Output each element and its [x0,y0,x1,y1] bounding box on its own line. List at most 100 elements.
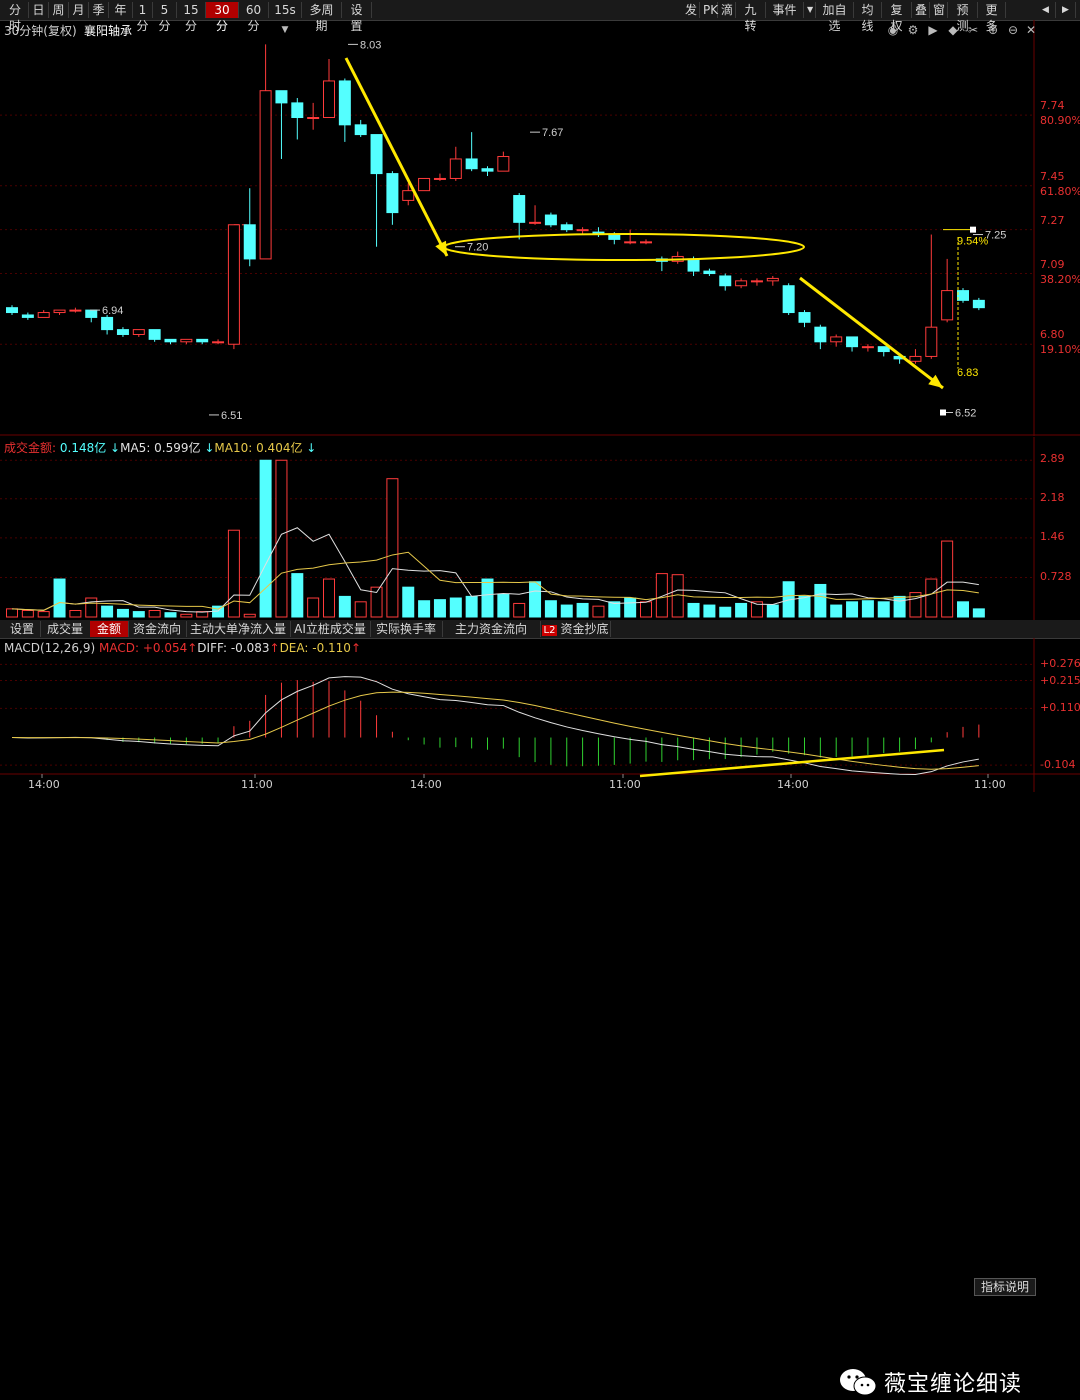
l2-badge: L2 [541,625,558,636]
candle-body [941,290,954,321]
period-btn-12[interactable]: 多周期 [302,2,342,33]
candle-body [624,241,637,244]
measure-handle-high [970,226,976,233]
scissors-icon[interactable]: ✂ [966,23,980,37]
period-btn-1[interactable]: 日 [29,2,49,18]
period-btn-11[interactable]: 15s ▼ [269,2,302,35]
ma10-line [11,551,979,611]
candle-body [338,80,351,126]
zoom-out-icon[interactable]: ⊖ [1006,23,1020,37]
amount-bar [259,459,272,618]
amount-bar [53,578,66,618]
tool-btn-5[interactable]: 加自选 [816,2,854,33]
tool-btn-1[interactable]: PK [700,2,718,18]
amount-bar [386,478,399,618]
time-tick-5: 11:00 [974,778,1006,791]
amount-bar [465,595,478,618]
indicator-tab-4[interactable]: 主动大单净流入量 [186,621,291,637]
candle-body [227,224,240,345]
tool-btn-9[interactable]: 窗 [930,2,948,18]
indicator-tab-3[interactable]: 资金流向 [128,621,187,637]
period-btn-8[interactable]: 15分 [177,2,206,33]
indicator-tab-7[interactable]: 主力资金流向 [442,621,541,637]
pct-tick-4: 19.10% [1040,343,1080,357]
period-btn-5[interactable]: 年 [109,2,133,18]
tool-btn-0[interactable]: 发 [682,2,700,18]
amount-bar [101,605,114,618]
amount-bar [957,601,969,618]
period-btn-3[interactable]: 月 [69,2,89,18]
close-icon[interactable]: ✕ [1024,23,1038,37]
period-btn-7[interactable]: 5分 [153,2,177,33]
candle-body [291,102,304,119]
tool-btn-2[interactable]: 滴 [718,2,736,18]
tool-btn-10[interactable]: 预测 [948,2,978,33]
macd-tick-3: -0.104 [1040,758,1076,772]
candle-body [576,229,589,232]
ma5-line [11,527,979,613]
amount-chart: 成交金额: 0.148亿 ↓MA5: 0.599亿 ↓MA10: 0.404亿 … [0,437,1080,621]
amount-bar [925,578,938,618]
indicator-tab-2[interactable]: 金额 [90,621,129,637]
tool-btn-4[interactable]: 事件 [766,2,804,18]
candlestick-chart[interactable]: 30分钟(复权) 襄阳轴承 8.03 6.51 6.94 7.67 7.20 7.25 6.… [0,20,1080,436]
indicator-tab-6[interactable]: 实际换手率 [370,621,443,637]
indicator-tab-0[interactable]: 设置 [4,621,41,637]
amount-bar [497,593,510,618]
period-btn-6[interactable]: 1分 [133,2,153,33]
candle-body [497,156,510,172]
tool-btn-7[interactable]: 复权 [882,2,912,33]
high-mark: 8.03 [360,39,381,51]
period-btn-2[interactable]: 周 [49,2,69,18]
amount-bar [941,540,954,618]
amount-bar [735,602,748,618]
amount-bar [6,608,18,618]
indicator-tab-1[interactable]: 成交量 [40,621,91,637]
period-btn-10[interactable]: 60分 [239,2,269,33]
time-tick-0: 14:00 [28,778,60,791]
amount-bar [180,613,193,618]
indicator-tab-5[interactable]: AI立桩成交量 [290,621,371,637]
vol-tick-1: 2.18 [1040,490,1065,504]
diamond-icon[interactable]: ◆ [946,23,960,37]
candle-body [148,329,161,340]
amount-bar [481,578,494,618]
tool-btn-3[interactable]: 九转 [736,2,766,33]
amount-bar [719,606,732,618]
amount-bar [354,601,367,618]
candle-body [212,341,225,344]
candle-body [53,309,66,314]
amount-bar [69,609,82,618]
amount-bar [148,609,161,618]
collapse-left-icon[interactable]: ◀ [1036,2,1056,18]
divergence-line [639,748,945,778]
indicator-help-button[interactable]: 指标说明 [974,1278,1036,1296]
period-btn-9[interactable]: 30分 [206,2,239,33]
dea-line [11,691,979,770]
zoom-in-icon[interactable]: ⊕ [986,23,1000,37]
period-btn-0[interactable]: 分时 [2,2,29,33]
candle-body [69,309,82,312]
price-tick-4: 6.80 [1040,328,1065,342]
period-btn-13[interactable]: 设置 [342,2,372,33]
candle-body [180,338,193,343]
event-dropdown-icon[interactable]: ▼ [804,2,816,18]
collapse-right-icon[interactable]: ▶ [1056,2,1076,18]
pct-label: 9.54% [957,235,988,247]
eye-icon[interactable]: ◉ [886,23,900,37]
amount-bar [227,529,240,618]
time-tick-1: 11:00 [241,778,273,791]
amount-bar [21,609,34,618]
candle-body [513,195,526,223]
tool-btn-11[interactable]: 更多 [978,2,1006,33]
candle-body [560,224,573,231]
settings-icon[interactable]: ⚙ [906,23,920,37]
amount-bar [877,601,890,618]
mark-683: 6.83 [957,367,978,379]
watermark: 薇宝缠论细读 [838,1364,1022,1400]
tool-btn-8[interactable]: 叠 [912,2,930,18]
period-btn-4[interactable]: 季 [89,2,109,18]
play-icon[interactable]: ▶ [926,23,940,37]
tool-btn-6[interactable]: 均线 [854,2,882,33]
indicator-tab-8[interactable]: L2 资金抄底 [540,621,611,637]
